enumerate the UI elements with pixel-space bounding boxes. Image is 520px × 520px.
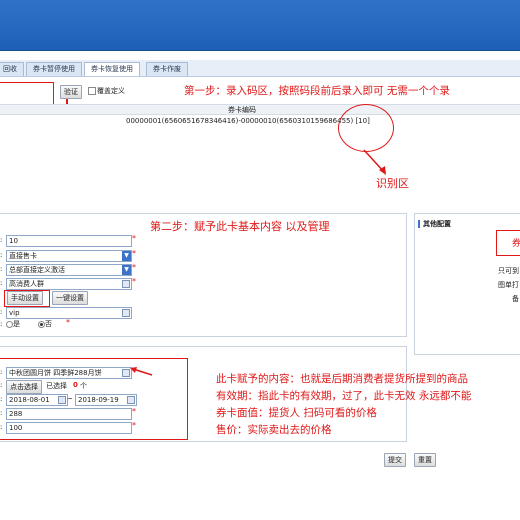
picker-icon bbox=[122, 309, 130, 317]
date-start-value: 2018-08-01 bbox=[9, 396, 50, 404]
select-product-button[interactable]: 点击选择 bbox=[6, 380, 42, 394]
step2-annotation: 第二步：赋予此卡基本内容 以及管理 bbox=[150, 220, 330, 233]
overwrite-checkbox[interactable] bbox=[88, 87, 96, 95]
date-end-value: 2018-09-19 bbox=[78, 396, 119, 404]
step1-annotation: 第一步：录入码区，按照码段前后录入即可 无需一个个录 bbox=[184, 85, 450, 97]
content-annotation-line3: 券卡面值：提货人 扫码可看的价格 bbox=[216, 407, 377, 419]
other-config-line3: 备 bbox=[512, 295, 519, 303]
recognition-circle bbox=[338, 104, 394, 152]
arrow-product bbox=[130, 367, 153, 376]
content-annotation: 此卡赋予的内容：也就是后期消费者提货所提到的商品 有效期：指此卡的有效期，过了，… bbox=[216, 371, 471, 439]
product-input[interactable]: 中秋团圆月饼 四季鲜288月饼 bbox=[6, 367, 132, 379]
content-annotation-line4: 售价：实际卖出去的价格 bbox=[216, 424, 332, 436]
face-value-input[interactable]: 288 bbox=[6, 408, 132, 420]
chevron-down-icon: ▼ bbox=[122, 251, 131, 261]
recognition-label: 识别区 bbox=[376, 177, 409, 190]
level-value: vip bbox=[9, 309, 20, 317]
other-config-line1: 只可到 bbox=[498, 267, 519, 275]
manual-set-button[interactable]: 手动设置 bbox=[7, 291, 43, 305]
code-range-text: 00000001(6560651678346416)-00000010(6560… bbox=[126, 117, 370, 125]
reset-button[interactable]: 重置 bbox=[414, 453, 436, 467]
type-select[interactable]: 直接售卡 ▼ bbox=[6, 250, 132, 262]
one-key-set-button[interactable]: 一键设置 bbox=[52, 291, 88, 305]
audience-value: 高消费人群 bbox=[9, 280, 44, 288]
other-config-title: 其他配置 bbox=[423, 220, 451, 228]
tab-suspend[interactable]: 券卡暂停使用 bbox=[26, 62, 82, 76]
selected-count: 0 bbox=[73, 381, 78, 389]
calendar-icon bbox=[127, 396, 135, 404]
template-select[interactable]: 总部直接定义激活 ▼ bbox=[6, 264, 132, 276]
calendar-icon bbox=[58, 396, 66, 404]
chevron-down-icon: ▼ bbox=[122, 265, 131, 275]
content-annotation-line2: 有效期：指此卡的有效期，过了，此卡无效 永远都不能 bbox=[216, 390, 472, 402]
content-annotation-line1: 此卡赋予的内容：也就是后期消费者提货所提到的商品 bbox=[216, 373, 468, 385]
arrow-recognition bbox=[363, 149, 386, 175]
quantity-input[interactable]: 10 bbox=[6, 235, 132, 247]
code-table-header: 券卡编码 bbox=[0, 104, 520, 115]
radio-yes[interactable] bbox=[6, 321, 13, 328]
audience-input[interactable]: 高消费人群 bbox=[6, 278, 132, 290]
submit-button[interactable]: 提交 bbox=[384, 453, 406, 467]
tab-bar: 回收 券卡暂停使用 券卡恢复使用 券卡作废 bbox=[0, 60, 520, 77]
radio-no[interactable] bbox=[38, 321, 45, 328]
app-header bbox=[0, 0, 520, 51]
tab-void[interactable]: 券卡作废 bbox=[146, 62, 188, 76]
product-value: 中秋团圆月饼 四季鲜288月饼 bbox=[9, 369, 102, 377]
radio-no-label: 否 bbox=[45, 320, 52, 328]
price-input[interactable]: 100 bbox=[6, 422, 132, 434]
code-column-header: 券卡编码 bbox=[228, 106, 256, 114]
selected-suffix: 个 bbox=[80, 382, 87, 390]
template-select-value: 总部直接定义激活 bbox=[9, 266, 65, 274]
verify-button[interactable]: 验证 bbox=[60, 85, 82, 99]
tab-recycle[interactable]: 回收 bbox=[0, 62, 24, 76]
date-separator: ~ bbox=[67, 395, 73, 403]
picker-icon bbox=[122, 280, 130, 288]
date-end-input[interactable]: 2018-09-19 bbox=[75, 394, 137, 406]
tab-resume[interactable]: 券卡恢复使用 bbox=[84, 62, 140, 76]
other-config-box-text: 券 bbox=[512, 239, 520, 249]
radio-yes-label: 是 bbox=[13, 320, 20, 328]
selected-prefix: 已选择 bbox=[46, 382, 67, 390]
other-config-line2: 图单打 bbox=[498, 281, 519, 289]
overwrite-label: 覆盖定义 bbox=[97, 87, 125, 95]
date-start-input[interactable]: 2018-08-01 bbox=[6, 394, 68, 406]
type-select-value: 直接售卡 bbox=[9, 252, 37, 260]
